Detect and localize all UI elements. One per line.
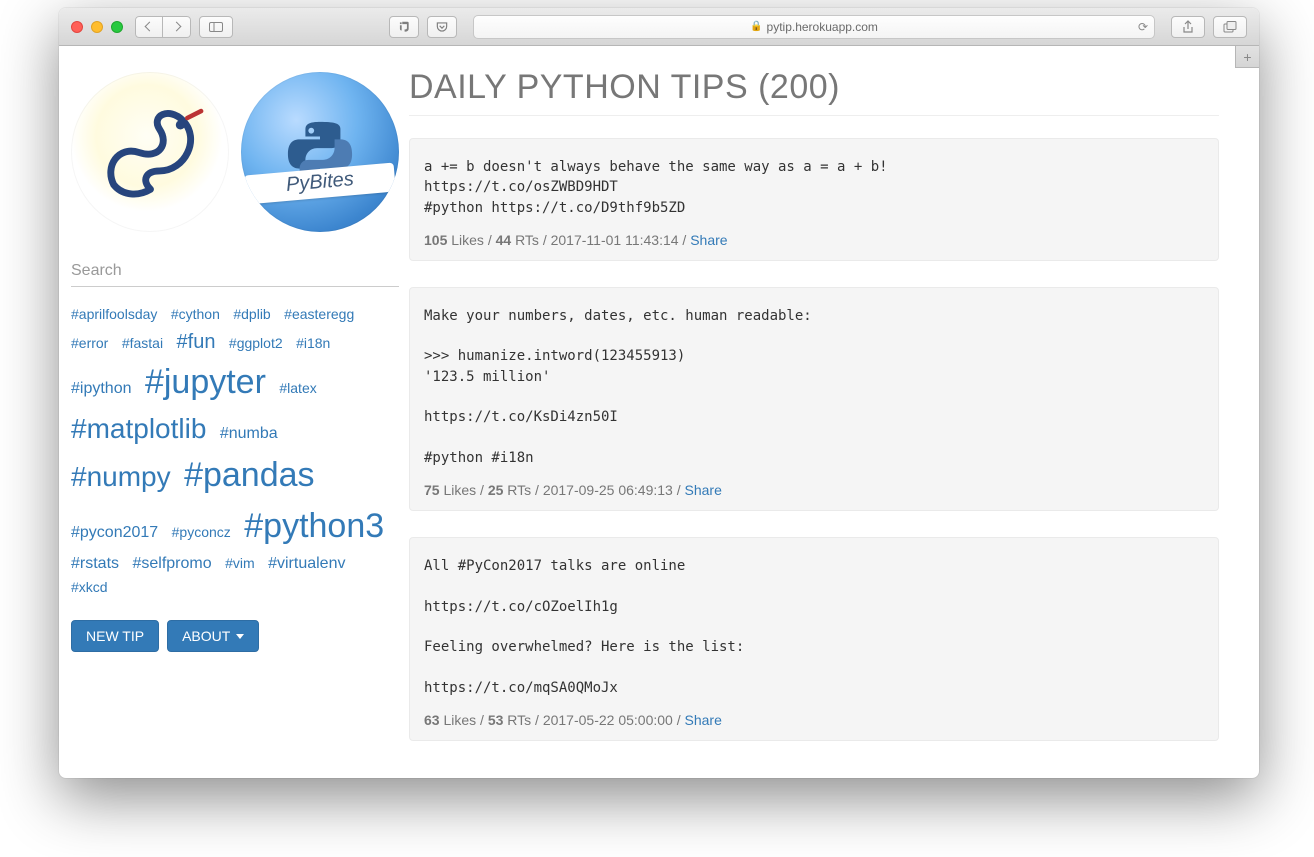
tag-link[interactable]: #error <box>71 333 108 354</box>
tip-card: a += b doesn't always behave the same wa… <box>409 138 1219 261</box>
url-host: pytip.herokuapp.com <box>767 20 878 34</box>
tabs-icon <box>1223 21 1237 33</box>
new-tip-label: NEW TIP <box>86 628 144 644</box>
forward-button[interactable] <box>163 16 191 38</box>
share-link[interactable]: Share <box>685 712 722 728</box>
tip-date: 2017-05-22 05:00:00 <box>543 712 673 728</box>
sidebar-icon <box>209 22 223 32</box>
tag-link[interactable]: #numba <box>220 422 278 446</box>
address-bar[interactable]: 🔒 pytip.herokuapp.com ⟳ <box>473 15 1155 39</box>
rts-count: 44 <box>496 232 512 248</box>
pocket-extension-button[interactable] <box>427 16 457 38</box>
tag-link[interactable]: #fun <box>177 327 216 357</box>
likes-count: 105 <box>424 232 447 248</box>
tip-meta: 75 Likes / 25 RTs / 2017-09-25 06:49:13 … <box>424 482 1204 498</box>
tip-card: All #PyCon2017 talks are online https://… <box>409 537 1219 741</box>
share-link[interactable]: Share <box>690 232 727 248</box>
minimize-window-button[interactable] <box>91 21 103 33</box>
sidebar: PyBites #aprilfoolsday #cython #dplib #e… <box>59 66 409 778</box>
rts-count: 25 <box>488 482 504 498</box>
nav-back-forward <box>135 16 191 38</box>
main-content: DAILY PYTHON TIPS (200) a += b doesn't a… <box>409 66 1259 778</box>
back-button[interactable] <box>135 16 163 38</box>
caret-down-icon <box>236 634 244 639</box>
tag-link[interactable]: #latex <box>279 378 316 399</box>
elephant-icon <box>397 20 411 34</box>
snake-icon <box>93 95 208 210</box>
tag-link[interactable]: #xkcd <box>71 577 108 598</box>
tip-date: 2017-09-25 06:49:13 <box>543 482 673 498</box>
tag-link[interactable]: #rstats <box>71 552 119 576</box>
search-input[interactable] <box>71 256 399 287</box>
share-link[interactable]: Share <box>685 482 722 498</box>
tag-link[interactable]: #matplotlib <box>71 408 206 450</box>
titlebar-right <box>1171 16 1247 38</box>
new-tab-button[interactable]: + <box>1235 46 1259 68</box>
tip-text: a += b doesn't always behave the same wa… <box>424 157 1204 218</box>
tag-link[interactable]: #i18n <box>296 333 330 354</box>
tips-list: a += b doesn't always behave the same wa… <box>409 138 1219 741</box>
tag-link[interactable]: #easteregg <box>284 304 354 325</box>
likes-count: 63 <box>424 712 440 728</box>
rts-count: 53 <box>488 712 504 728</box>
tag-link[interactable]: #cython <box>171 304 220 325</box>
page-content: PyBites #aprilfoolsday #cython #dplib #e… <box>59 46 1259 778</box>
page-title: DAILY PYTHON TIPS (200) <box>409 68 1219 107</box>
close-window-button[interactable] <box>71 21 83 33</box>
share-icon <box>1182 20 1194 34</box>
tag-link[interactable]: #jupyter <box>145 357 266 408</box>
tag-link[interactable]: #aprilfoolsday <box>71 304 157 325</box>
sidebar-toggle-button[interactable] <box>199 16 233 38</box>
reload-button[interactable]: ⟳ <box>1138 20 1148 34</box>
show-tabs-button[interactable] <box>1213 16 1247 38</box>
tip-date: 2017-11-01 11:43:14 <box>551 232 679 248</box>
evernote-extension-button[interactable] <box>389 16 419 38</box>
share-button[interactable] <box>1171 16 1205 38</box>
about-label: ABOUT <box>182 628 230 644</box>
tag-link[interactable]: #fastai <box>122 333 163 354</box>
new-tip-button[interactable]: NEW TIP <box>71 620 159 652</box>
logos: PyBites <box>71 72 399 232</box>
zoom-window-button[interactable] <box>111 21 123 33</box>
browser-window: 🔒 pytip.herokuapp.com ⟳ + <box>59 8 1259 778</box>
lock-icon: 🔒 <box>750 21 762 32</box>
python-tips-logo[interactable] <box>71 72 229 232</box>
pocket-icon <box>435 20 449 34</box>
tag-link[interactable]: #virtualenv <box>268 552 345 576</box>
likes-count: 75 <box>424 482 440 498</box>
titlebar: 🔒 pytip.herokuapp.com ⟳ <box>59 8 1259 46</box>
tip-meta: 105 Likes / 44 RTs / 2017-11-01 11:43:14… <box>424 232 1204 248</box>
pybites-logo[interactable]: PyBites <box>241 72 399 232</box>
tag-link[interactable]: #pandas <box>184 450 314 501</box>
tip-card: Make your numbers, dates, etc. human rea… <box>409 287 1219 511</box>
window-controls <box>71 21 123 33</box>
chevron-left-icon <box>144 22 154 32</box>
sidebar-buttons: NEW TIP ABOUT <box>71 620 399 652</box>
tag-link[interactable]: #ggplot2 <box>229 333 283 354</box>
pybites-banner-label: PyBites <box>244 163 396 205</box>
tag-link[interactable]: #python3 <box>244 501 384 552</box>
tag-link[interactable]: #pycon2017 <box>71 521 158 545</box>
divider <box>409 115 1219 116</box>
tag-link[interactable]: #vim <box>225 553 255 574</box>
about-button[interactable]: ABOUT <box>167 620 259 652</box>
tip-text: Make your numbers, dates, etc. human rea… <box>424 306 1204 468</box>
tag-link[interactable]: #pyconcz <box>172 522 231 543</box>
chevron-right-icon <box>172 22 182 32</box>
tag-link[interactable]: #ipython <box>71 377 132 401</box>
tip-meta: 63 Likes / 53 RTs / 2017-05-22 05:00:00 … <box>424 712 1204 728</box>
tag-cloud: #aprilfoolsday #cython #dplib #easteregg… <box>71 303 399 600</box>
tag-link[interactable]: #dplib <box>233 304 270 325</box>
tag-link[interactable]: #numpy <box>71 456 171 498</box>
tag-link[interactable]: #selfpromo <box>132 552 211 576</box>
tip-text: All #PyCon2017 talks are online https://… <box>424 556 1204 698</box>
